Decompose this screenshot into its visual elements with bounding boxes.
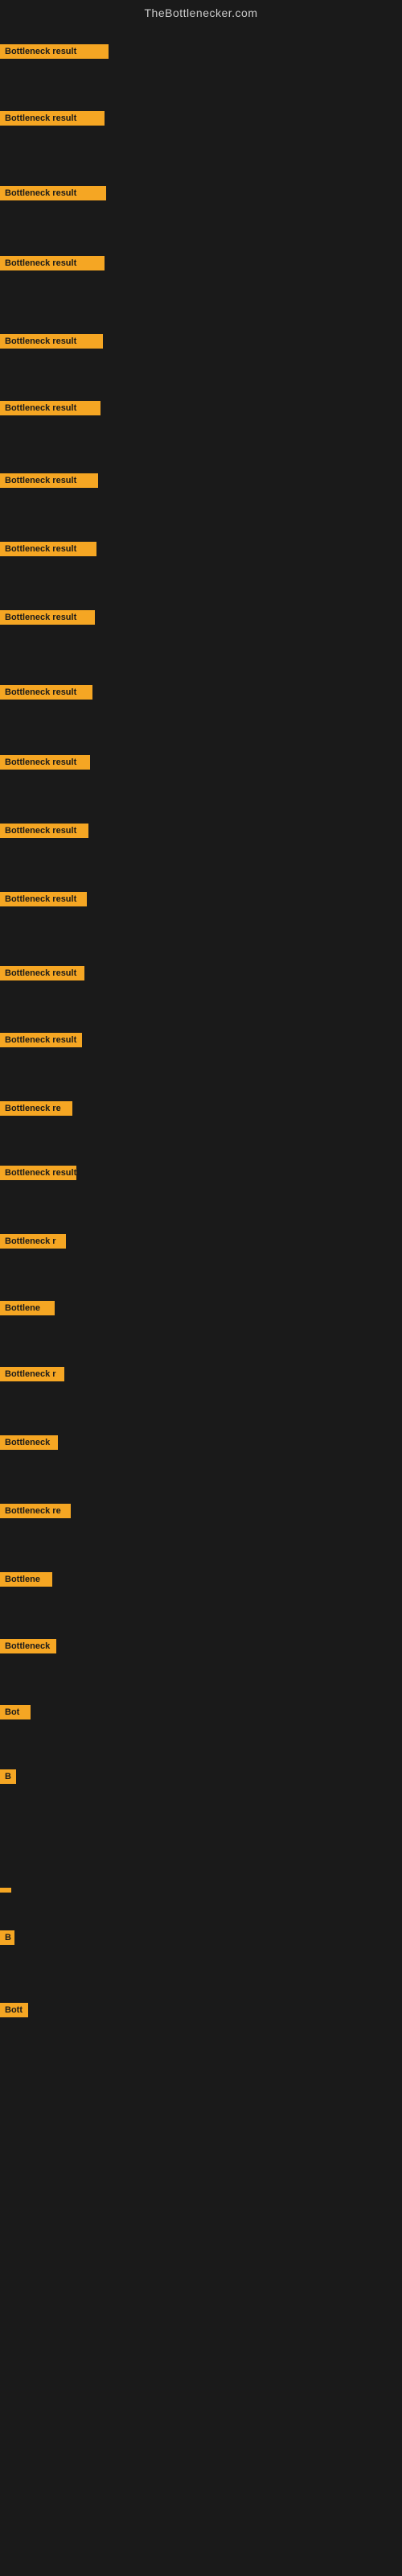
bottleneck-item-27[interactable] — [0, 1882, 11, 1897]
bottleneck-item-13[interactable]: Bottleneck result — [0, 892, 87, 910]
bottleneck-item-8[interactable]: Bottleneck result — [0, 542, 96, 560]
bottleneck-label-4: Bottleneck result — [0, 256, 105, 270]
bottleneck-label-12: Bottleneck result — [0, 824, 88, 838]
bottleneck-label-28: B — [0, 1930, 14, 1945]
bottleneck-label-19: Bottlene — [0, 1301, 55, 1315]
bottleneck-label-26: B — [0, 1769, 16, 1784]
bottleneck-item-11[interactable]: Bottleneck result — [0, 755, 90, 774]
bottleneck-label-29: Bott — [0, 2003, 28, 2017]
bottleneck-item-14[interactable]: Bottleneck result — [0, 966, 84, 985]
bottleneck-item-4[interactable]: Bottleneck result — [0, 256, 105, 275]
bottleneck-label-16: Bottleneck re — [0, 1101, 72, 1116]
bottleneck-label-8: Bottleneck result — [0, 542, 96, 556]
bottleneck-label-23: Bottlene — [0, 1572, 52, 1587]
bottleneck-label-17: Bottleneck result — [0, 1166, 76, 1180]
bottleneck-item-21[interactable]: Bottleneck — [0, 1435, 58, 1454]
bottleneck-label-5: Bottleneck result — [0, 334, 103, 349]
bottleneck-label-18: Bottleneck r — [0, 1234, 66, 1249]
bottleneck-item-22[interactable]: Bottleneck re — [0, 1504, 71, 1522]
bottleneck-label-7: Bottleneck result — [0, 473, 98, 488]
site-title: TheBottlenecker.com — [0, 0, 402, 23]
bottleneck-label-3: Bottleneck result — [0, 186, 106, 200]
bottleneck-item-18[interactable]: Bottleneck r — [0, 1234, 66, 1253]
bottleneck-item-12[interactable]: Bottleneck result — [0, 824, 88, 842]
bottleneck-item-17[interactable]: Bottleneck result — [0, 1166, 76, 1184]
bottleneck-item-28[interactable]: B — [0, 1930, 14, 1949]
bottleneck-label-6: Bottleneck result — [0, 401, 100, 415]
bottleneck-label-1: Bottleneck result — [0, 44, 109, 59]
bottleneck-label-20: Bottleneck r — [0, 1367, 64, 1381]
bottleneck-item-3[interactable]: Bottleneck result — [0, 186, 106, 204]
bottleneck-label-22: Bottleneck re — [0, 1504, 71, 1518]
bottleneck-label-13: Bottleneck result — [0, 892, 87, 906]
bottleneck-item-10[interactable]: Bottleneck result — [0, 685, 92, 704]
bottleneck-label-14: Bottleneck result — [0, 966, 84, 980]
bottleneck-item-29[interactable]: Bott — [0, 2003, 28, 2021]
bottleneck-label-24: Bottleneck — [0, 1639, 56, 1653]
bottleneck-item-16[interactable]: Bottleneck re — [0, 1101, 72, 1120]
bottleneck-item-25[interactable]: Bot — [0, 1705, 31, 1724]
bottleneck-item-2[interactable]: Bottleneck result — [0, 111, 105, 130]
bottleneck-label-11: Bottleneck result — [0, 755, 90, 770]
bottleneck-item-6[interactable]: Bottleneck result — [0, 401, 100, 419]
bottleneck-item-1[interactable]: Bottleneck result — [0, 44, 109, 63]
bottleneck-item-20[interactable]: Bottleneck r — [0, 1367, 64, 1385]
bottleneck-item-5[interactable]: Bottleneck result — [0, 334, 103, 353]
bottleneck-label-10: Bottleneck result — [0, 685, 92, 700]
bottleneck-item-24[interactable]: Bottleneck — [0, 1639, 56, 1657]
bottleneck-item-7[interactable]: Bottleneck result — [0, 473, 98, 492]
bottleneck-label-2: Bottleneck result — [0, 111, 105, 126]
bottleneck-item-23[interactable]: Bottlene — [0, 1572, 52, 1591]
bottleneck-item-19[interactable]: Bottlene — [0, 1301, 55, 1319]
bottleneck-label-15: Bottleneck result — [0, 1033, 82, 1047]
bottleneck-item-9[interactable]: Bottleneck result — [0, 610, 95, 629]
bottleneck-label-25: Bot — [0, 1705, 31, 1719]
bottleneck-label-21: Bottleneck — [0, 1435, 58, 1450]
bottleneck-item-15[interactable]: Bottleneck result — [0, 1033, 82, 1051]
bottleneck-item-26[interactable]: B — [0, 1769, 16, 1788]
bottleneck-label-27 — [0, 1888, 11, 1893]
bottleneck-label-9: Bottleneck result — [0, 610, 95, 625]
